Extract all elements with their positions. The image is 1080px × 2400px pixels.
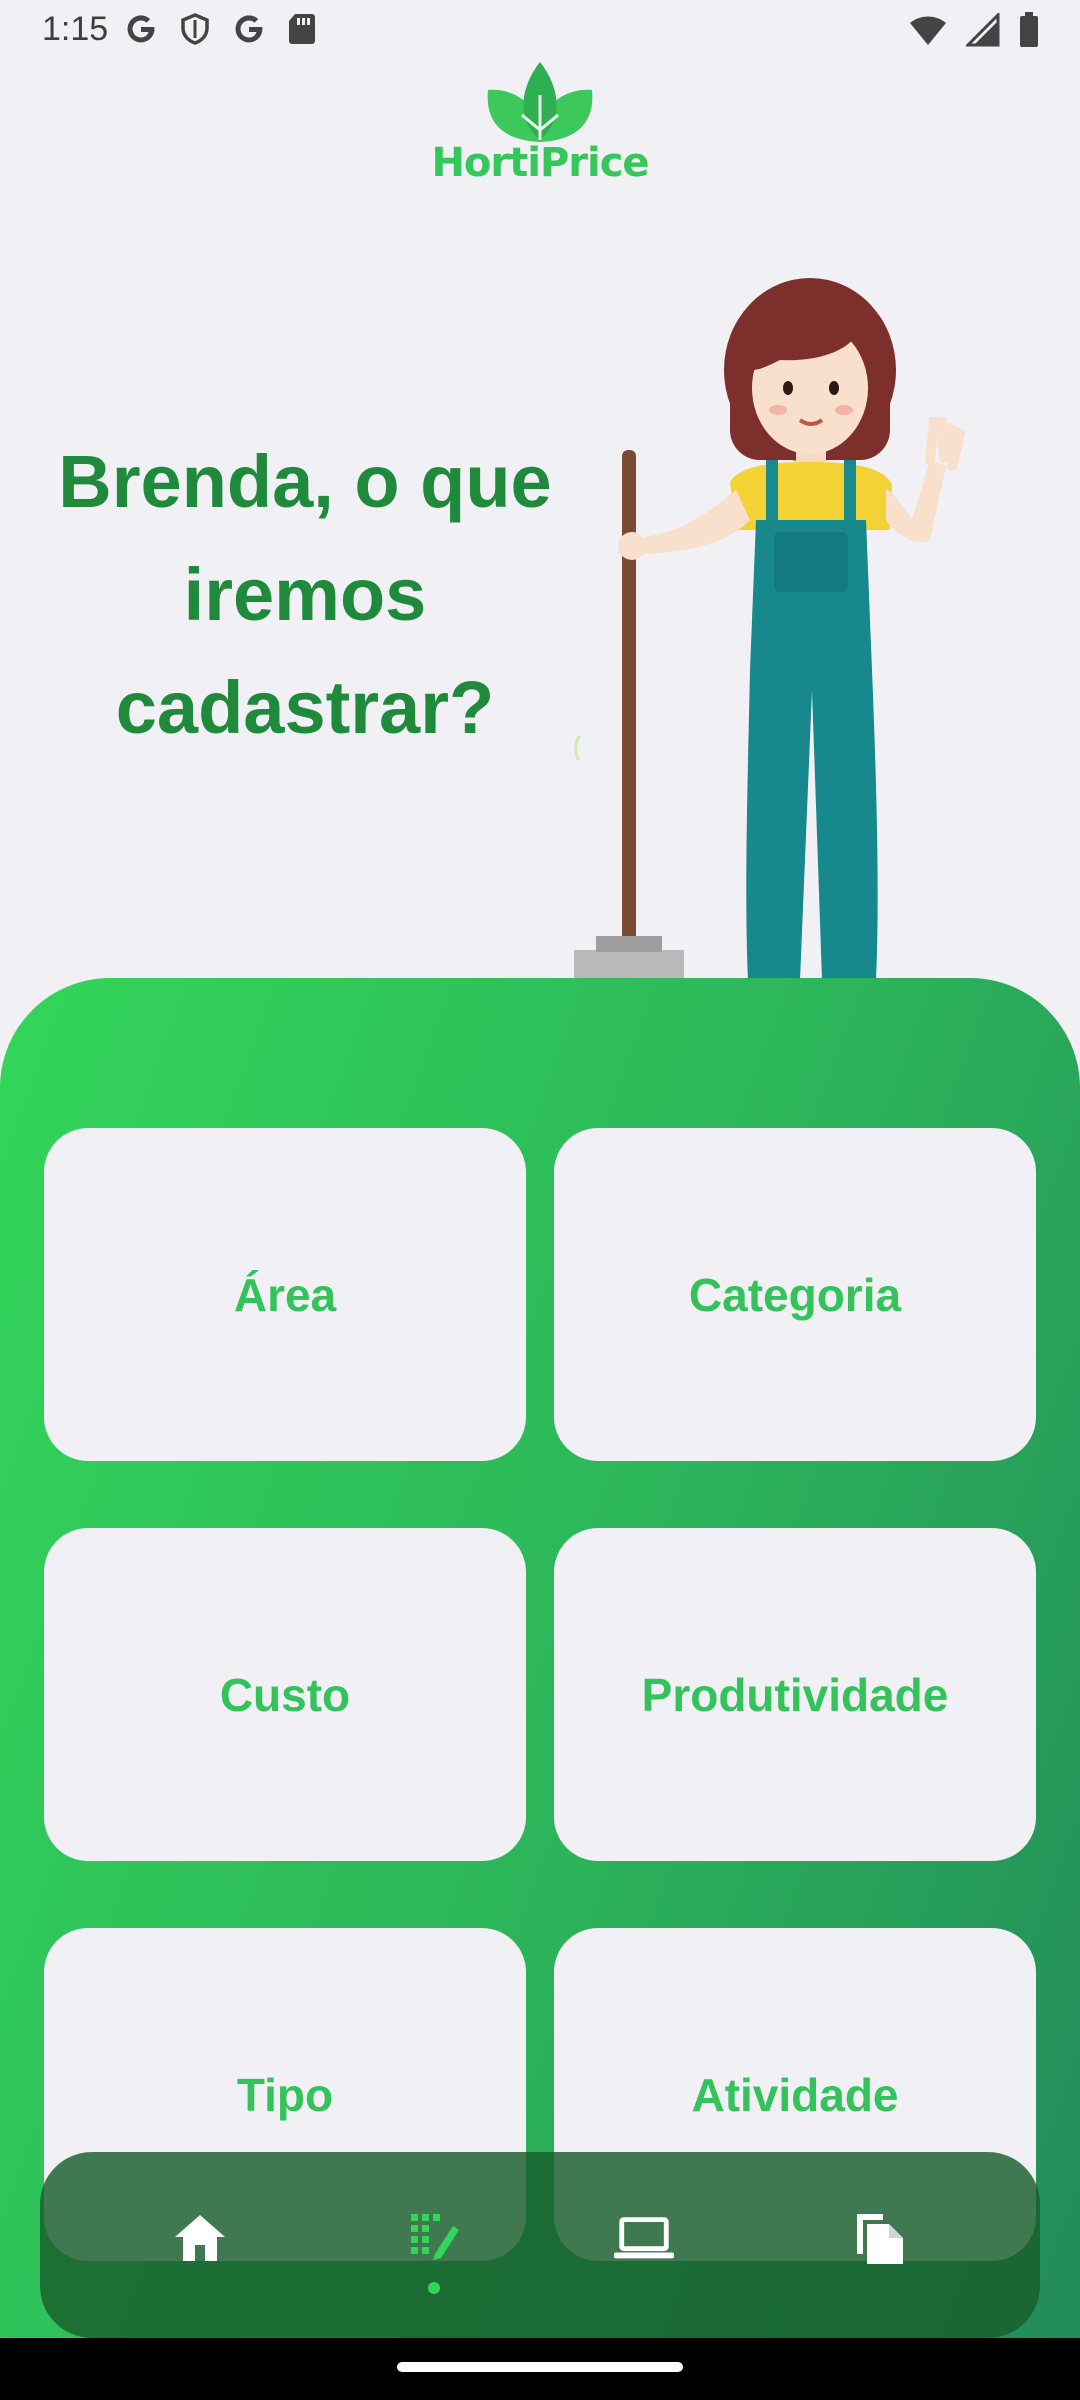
- card-produtividade[interactable]: Produtividade: [554, 1528, 1036, 1861]
- status-icons-left: [124, 12, 316, 46]
- register-icon: [411, 2214, 459, 2260]
- card-label: Produtividade: [641, 1668, 949, 1721]
- nav-active-indicator: [428, 2282, 440, 2294]
- laptop-icon: [614, 2217, 674, 2259]
- wifi-icon: [910, 16, 946, 45]
- app-logo: HortiPrice: [430, 60, 650, 195]
- documents-icon: [857, 2214, 903, 2264]
- card-area[interactable]: Área: [44, 1128, 526, 1461]
- home-indicator[interactable]: [397, 2362, 683, 2372]
- card-label: Área: [233, 1268, 337, 1321]
- heading-line: Brenda, o que: [58, 440, 552, 523]
- nav-documents[interactable]: [850, 2208, 910, 2268]
- bottom-navigation: [40, 2152, 1040, 2338]
- nav-home[interactable]: [170, 2208, 230, 2268]
- signal-icon: [966, 13, 1000, 47]
- card-label: Tipo: [236, 2068, 334, 2121]
- heading-line: cadastrar?: [115, 666, 495, 749]
- battery-icon: [1020, 12, 1038, 47]
- status-icons-right: [908, 12, 1040, 48]
- status-bar: 1:15: [0, 0, 1080, 64]
- sd-card-icon: [289, 14, 315, 44]
- farmer-illustration: [574, 278, 966, 980]
- card-categoria[interactable]: Categoria: [554, 1128, 1036, 1461]
- system-navigation-bar: [0, 2338, 1080, 2400]
- home-icon: [175, 2215, 225, 2261]
- nav-register[interactable]: [404, 2208, 464, 2268]
- shield-icon: [181, 13, 209, 45]
- google-icon: [127, 15, 155, 43]
- logo-text: HortiPrice: [431, 140, 649, 186]
- card-label: Custo: [219, 1668, 351, 1721]
- status-time: 1:15: [42, 10, 109, 48]
- heading-line: iremos: [183, 553, 427, 636]
- card-label: Atividade: [691, 2068, 899, 2121]
- leaf-logo-icon: [487, 62, 593, 142]
- page-heading: Brenda, o que iremos cadastrar?: [20, 425, 590, 764]
- nav-laptop[interactable]: [614, 2208, 674, 2268]
- google-icon: [235, 15, 263, 43]
- card-custo[interactable]: Custo: [44, 1528, 526, 1861]
- card-label: Categoria: [688, 1268, 902, 1321]
